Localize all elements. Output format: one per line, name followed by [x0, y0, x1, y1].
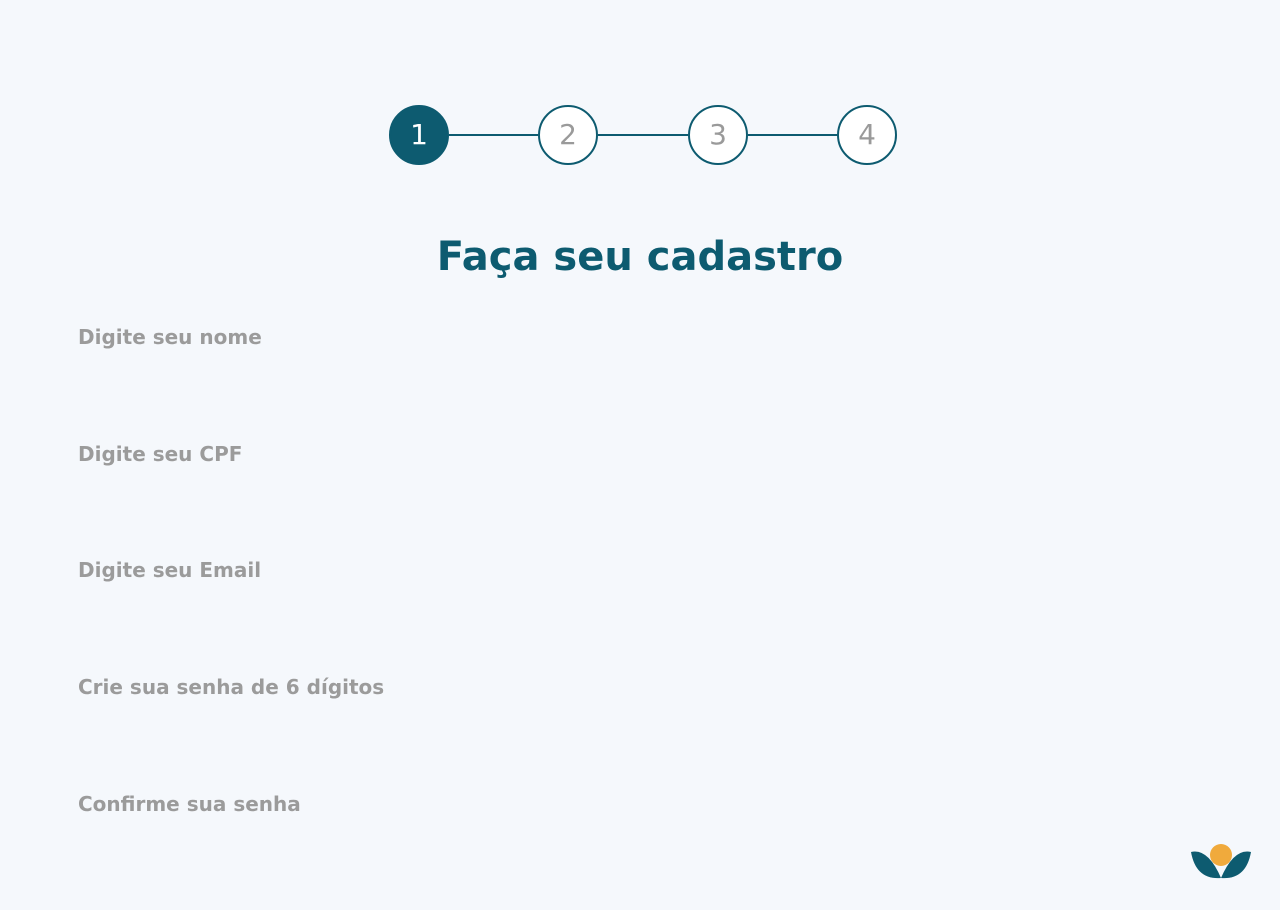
step-1[interactable]: 1 — [389, 105, 449, 165]
page-title: Faça seu cadastro — [436, 234, 844, 280]
confirm-password-input[interactable] — [78, 782, 1202, 826]
step-connector-3-4 — [748, 134, 838, 136]
name-input[interactable] — [78, 315, 1202, 359]
cpf-input[interactable] — [78, 432, 1202, 476]
step-3[interactable]: 3 — [688, 105, 748, 165]
step-2[interactable]: 2 — [538, 105, 598, 165]
password-input[interactable] — [78, 665, 1202, 709]
step-connector-1-2 — [449, 134, 538, 136]
sprout-logo-icon — [1191, 844, 1251, 879]
email-input[interactable] — [78, 548, 1202, 592]
step-4[interactable]: 4 — [837, 105, 897, 165]
logo-sun — [1210, 844, 1232, 866]
step-connector-2-3 — [598, 134, 688, 136]
progress-stepper: 1 2 3 4 — [389, 105, 898, 165]
